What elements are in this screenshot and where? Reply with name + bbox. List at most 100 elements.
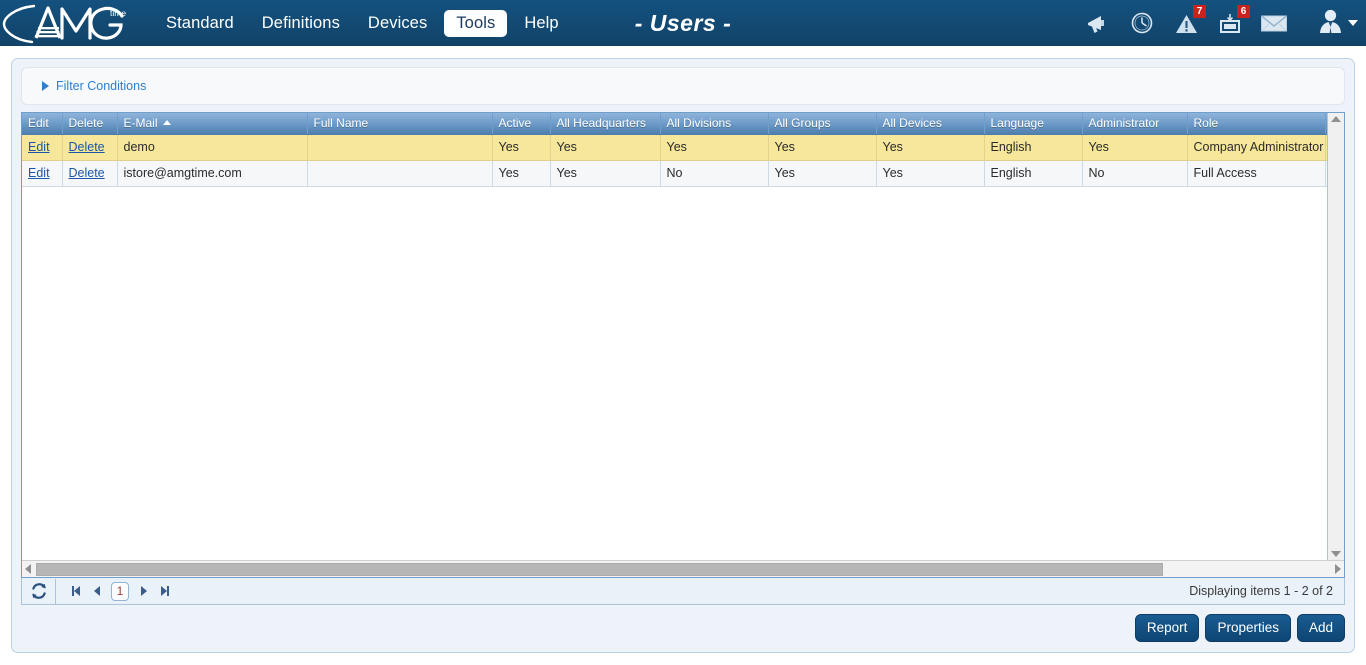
clock-icon[interactable]	[1127, 8, 1157, 38]
report-button[interactable]: Report	[1135, 614, 1200, 642]
cell-all-devices: Yes	[876, 134, 984, 160]
current-page-number[interactable]: 1	[111, 582, 129, 601]
scroll-down-arrow-icon[interactable]	[1331, 551, 1341, 557]
previous-page-button[interactable]	[90, 582, 103, 600]
cell-language: English	[984, 134, 1082, 160]
svg-text:time: time	[110, 8, 126, 18]
horizontal-scrollbar[interactable]	[22, 560, 1344, 577]
amg-time-logo[interactable]: time	[0, 0, 146, 46]
cell-administrator: No	[1082, 160, 1187, 186]
nav-item-tools[interactable]: Tools	[444, 10, 507, 37]
grid-pager: 1 Displaying items 1 - 2 of 2	[21, 578, 1345, 605]
cell-spacer	[1325, 134, 1327, 160]
filter-conditions-label[interactable]: Filter Conditions	[56, 79, 146, 93]
column-header-email-label: E-Mail	[124, 116, 158, 130]
table-body: Edit Delete demo Yes Yes Yes Yes Yes Eng…	[22, 134, 1327, 186]
triangle-right-icon[interactable]	[42, 81, 49, 91]
next-page-button[interactable]	[137, 582, 150, 600]
cell-all-groups: Yes	[768, 134, 876, 160]
cell-all-headquarters: Yes	[550, 160, 660, 186]
column-header-role[interactable]: Role	[1187, 113, 1325, 134]
sort-ascending-icon	[163, 120, 171, 125]
vertical-scrollbar[interactable]	[1327, 113, 1344, 560]
filter-conditions-bar[interactable]: Filter Conditions	[21, 67, 1345, 105]
cell-all-groups: Yes	[768, 160, 876, 186]
users-table: Edit Delete E-Mail Full Name Active All …	[22, 113, 1327, 187]
cell-role: Company Administrator	[1187, 134, 1325, 160]
table-header-row: Edit Delete E-Mail Full Name Active All …	[22, 113, 1327, 134]
horizontal-scroll-thumb[interactable]	[36, 563, 1163, 576]
chevron-down-icon[interactable]	[1348, 20, 1358, 26]
user-menu[interactable]	[1317, 8, 1358, 39]
nav-item-help[interactable]: Help	[510, 9, 572, 38]
column-header-all-headquarters[interactable]: All Headquarters	[550, 113, 660, 134]
column-header-edit[interactable]: Edit	[22, 113, 62, 134]
table-row[interactable]: Edit Delete demo Yes Yes Yes Yes Yes Eng…	[22, 134, 1327, 160]
cell-active: Yes	[492, 134, 550, 160]
cell-spacer	[1325, 160, 1327, 186]
main-menu: Standard Definitions Devices Tools Help	[152, 9, 573, 38]
previous-page-arrow-icon	[94, 586, 100, 596]
device-badge-count: 6	[1237, 5, 1250, 18]
cell-full-name	[307, 134, 492, 160]
first-page-button[interactable]	[69, 582, 82, 600]
column-header-administrator[interactable]: Administrator	[1082, 113, 1187, 134]
row-delete-cell[interactable]: Delete	[62, 134, 117, 160]
top-navigation-bar: time Standard Definitions Devices Tools …	[0, 0, 1366, 46]
cell-all-divisions: Yes	[660, 134, 768, 160]
nav-item-devices[interactable]: Devices	[354, 9, 441, 38]
column-header-language[interactable]: Language	[984, 113, 1082, 134]
warning-badge-count: 7	[1193, 5, 1206, 18]
table-row[interactable]: Edit Delete istore@amgtime.com Yes Yes N…	[22, 160, 1327, 186]
row-edit-cell[interactable]: Edit	[22, 160, 62, 186]
cell-all-devices: Yes	[876, 160, 984, 186]
next-page-arrow-icon	[141, 586, 147, 596]
cell-all-divisions: No	[660, 160, 768, 186]
column-header-all-divisions[interactable]: All Divisions	[660, 113, 768, 134]
users-grid: Edit Delete E-Mail Full Name Active All …	[21, 112, 1345, 578]
scroll-right-arrow-icon[interactable]	[1335, 564, 1341, 574]
nav-item-standard[interactable]: Standard	[152, 9, 248, 38]
column-header-full-name[interactable]: Full Name	[307, 113, 492, 134]
delete-link[interactable]: Delete	[69, 140, 105, 154]
column-header-email[interactable]: E-Mail	[117, 113, 307, 134]
cell-role: Full Access	[1187, 160, 1325, 186]
edit-link[interactable]: Edit	[28, 140, 50, 154]
delete-link[interactable]: Delete	[69, 166, 105, 180]
page-title-text: - Users -	[635, 10, 732, 37]
column-header-spacer	[1325, 113, 1327, 134]
megaphone-icon[interactable]	[1083, 8, 1113, 38]
page-body: Filter Conditions	[0, 46, 1366, 665]
header-icon-tray: 7 6	[1083, 0, 1358, 46]
warning-triangle-icon[interactable]: 7	[1171, 8, 1201, 38]
scroll-up-arrow-icon[interactable]	[1331, 116, 1341, 122]
cell-administrator: Yes	[1082, 134, 1187, 160]
grid-body-wrapper: Edit Delete E-Mail Full Name Active All …	[22, 113, 1344, 560]
row-delete-cell[interactable]: Delete	[62, 160, 117, 186]
row-edit-cell[interactable]: Edit	[22, 134, 62, 160]
footer-action-bar: Report Properties Add	[1135, 614, 1345, 642]
cell-email: istore@amgtime.com	[117, 160, 307, 186]
properties-button[interactable]: Properties	[1205, 614, 1291, 642]
last-page-bar-icon	[167, 586, 169, 596]
last-page-button[interactable]	[158, 582, 171, 600]
user-avatar-icon	[1317, 8, 1344, 39]
edit-link[interactable]: Edit	[28, 166, 50, 180]
cell-all-headquarters: Yes	[550, 134, 660, 160]
nav-item-definitions[interactable]: Definitions	[248, 9, 354, 38]
cell-email: demo	[117, 134, 307, 160]
add-button[interactable]: Add	[1297, 614, 1345, 642]
column-header-all-groups[interactable]: All Groups	[768, 113, 876, 134]
refresh-icon[interactable]	[22, 579, 56, 604]
scroll-left-arrow-icon[interactable]	[25, 564, 31, 574]
column-header-delete[interactable]: Delete	[62, 113, 117, 134]
column-header-active[interactable]: Active	[492, 113, 550, 134]
envelope-icon[interactable]	[1259, 8, 1289, 38]
pager-navigation: 1	[56, 582, 171, 601]
device-terminal-icon[interactable]: 6	[1215, 8, 1245, 38]
content-panel: Filter Conditions	[11, 58, 1355, 653]
grid-scroll-area[interactable]: Edit Delete E-Mail Full Name Active All …	[22, 113, 1327, 560]
column-header-all-devices[interactable]: All Devices	[876, 113, 984, 134]
first-page-arrow-icon	[74, 586, 80, 596]
cell-language: English	[984, 160, 1082, 186]
